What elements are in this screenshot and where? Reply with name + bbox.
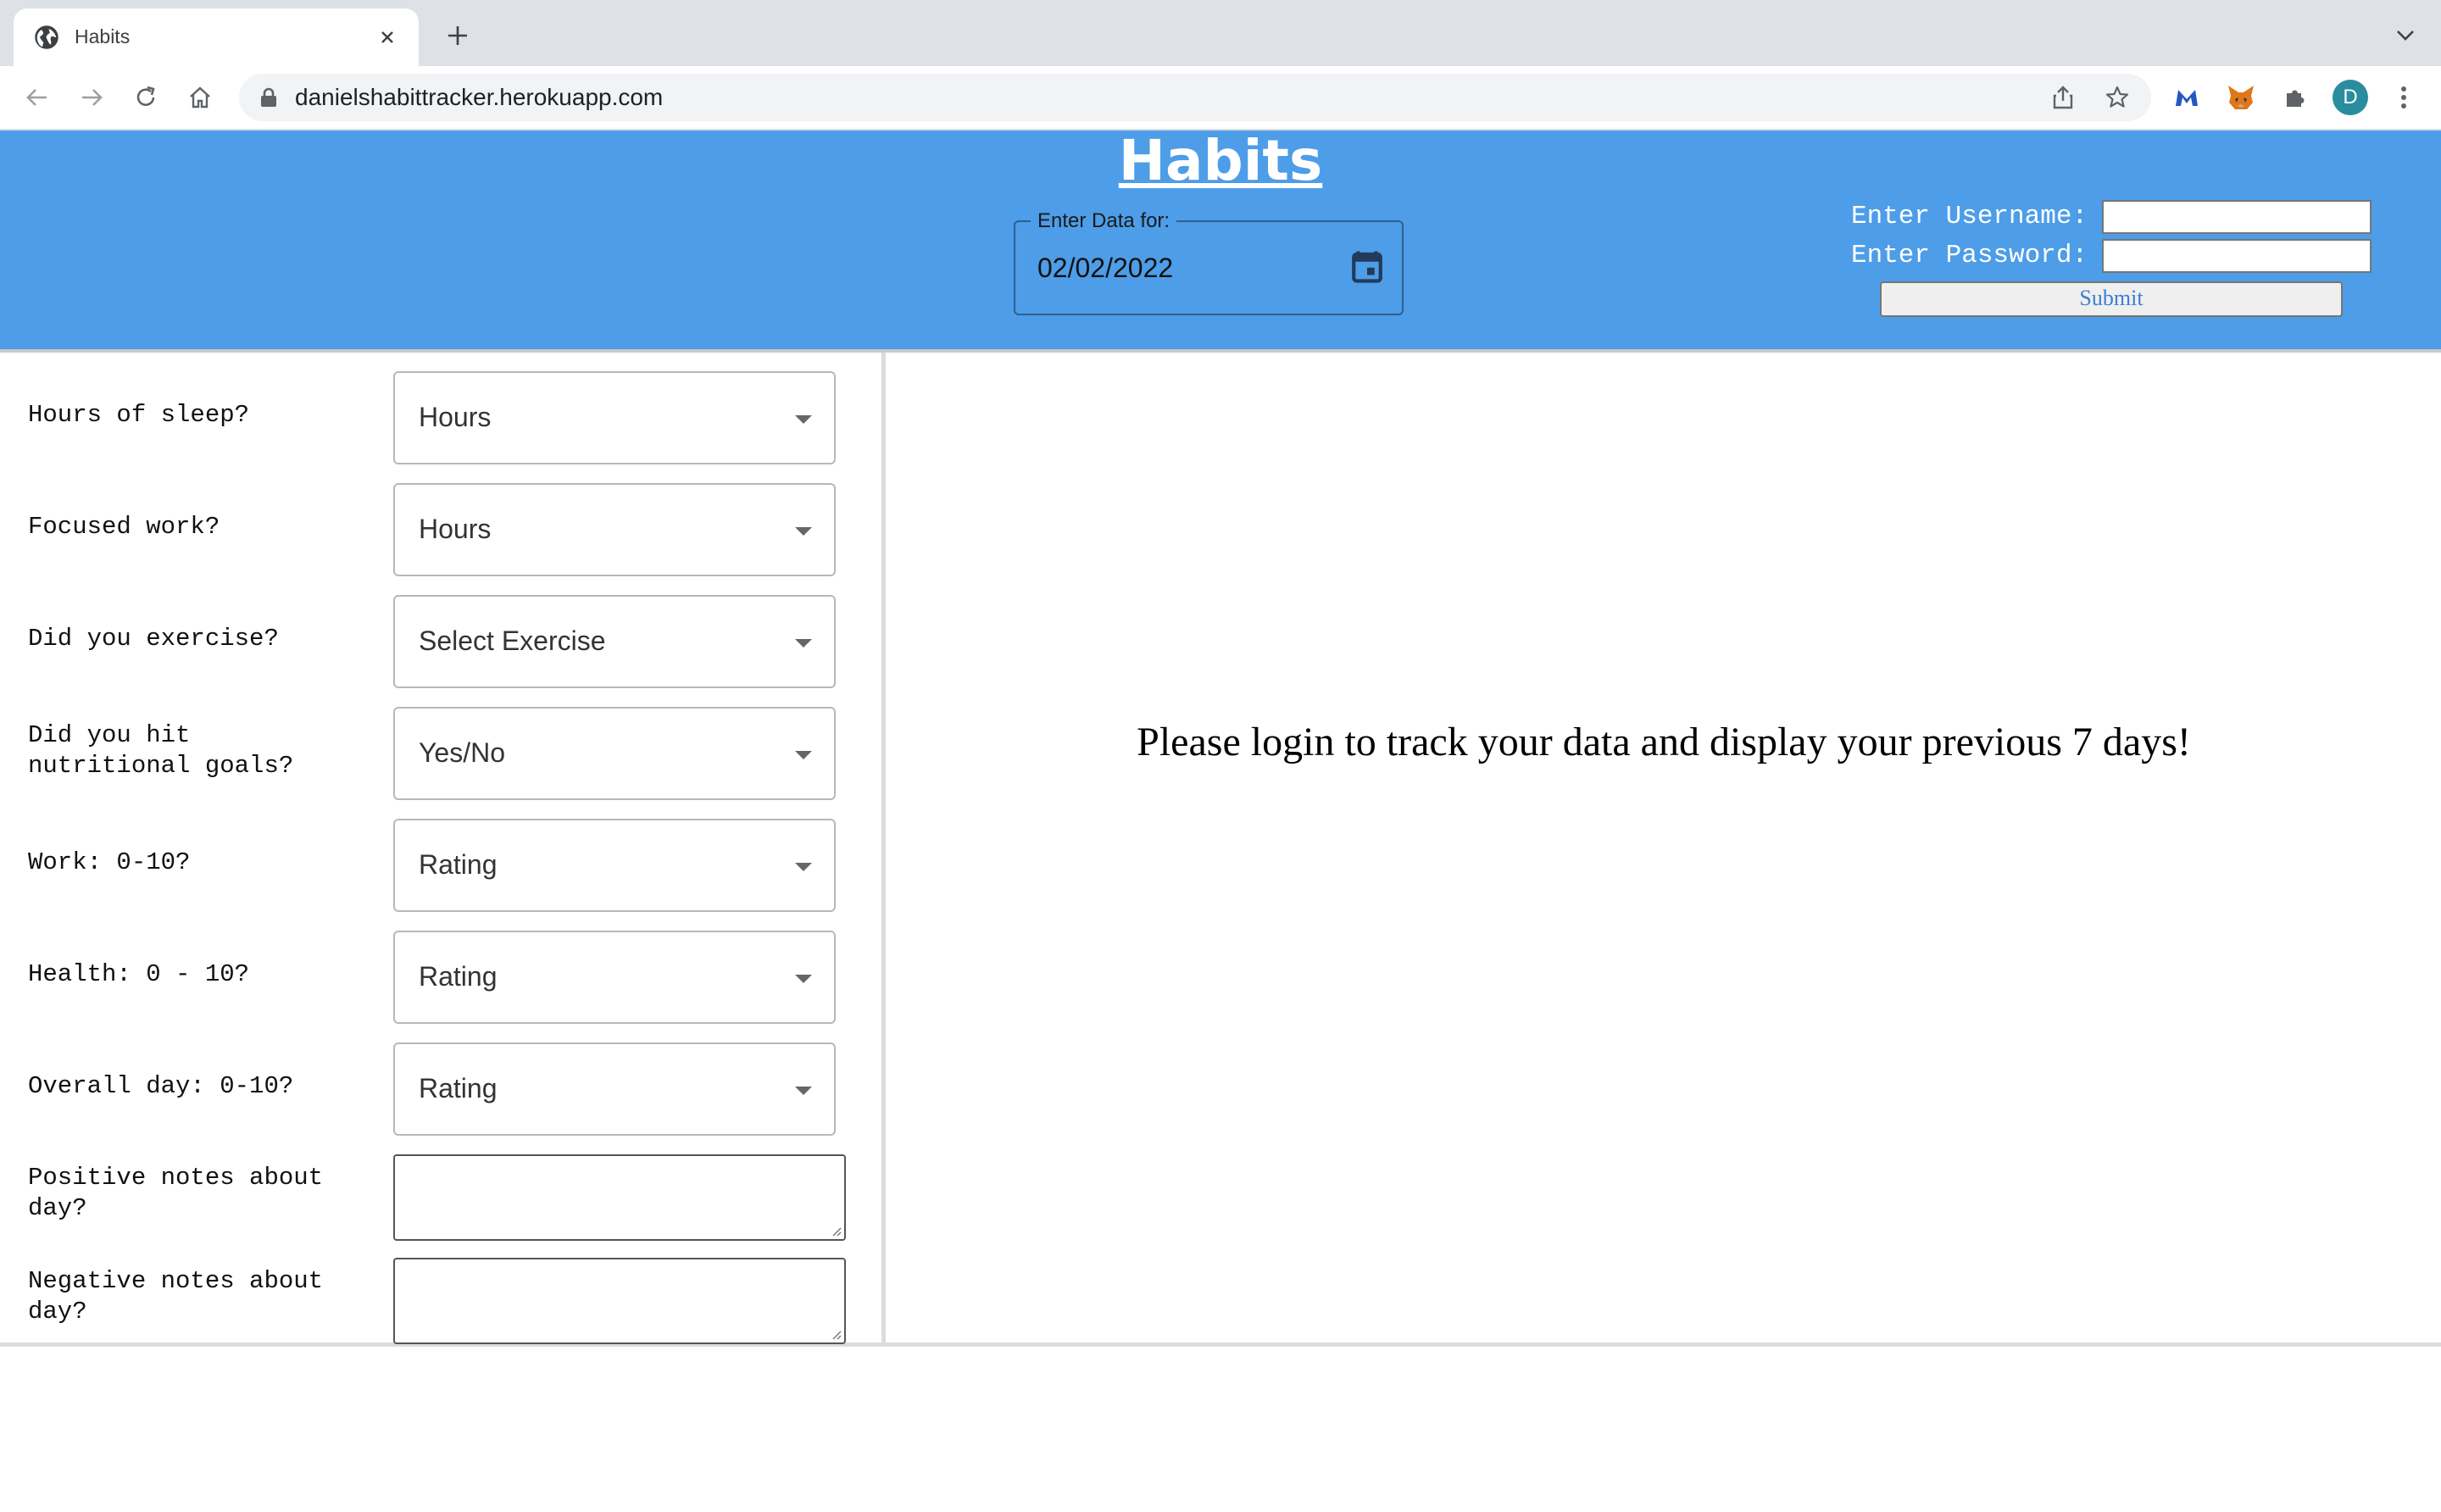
password-input[interactable] xyxy=(2102,239,2371,273)
resize-grip-icon[interactable] xyxy=(830,1225,842,1237)
caret-down-icon xyxy=(795,863,812,871)
url-text: danielshabittracker.herokuapp.com xyxy=(295,84,664,110)
address-bar[interactable]: danielshabittracker.herokuapp.com xyxy=(239,74,2151,121)
date-picker[interactable]: Enter Data for: 02/02/2022 xyxy=(1014,210,1404,315)
lock-icon xyxy=(261,87,276,107)
select-value: Rating xyxy=(419,961,498,992)
chevron-down-icon[interactable] xyxy=(2390,20,2421,51)
overall-day-rating-select[interactable]: Rating xyxy=(393,1042,836,1136)
home-icon[interactable] xyxy=(183,81,217,114)
page-title[interactable]: Habits xyxy=(0,125,2441,197)
question-label: Did you hit nutritional goals? xyxy=(28,721,294,780)
caret-down-icon xyxy=(795,975,812,983)
browser-tab-strip: Habits xyxy=(0,0,2441,66)
username-label: Enter Username: xyxy=(1851,202,2088,231)
caret-down-icon xyxy=(795,639,812,648)
username-input[interactable] xyxy=(2102,200,2371,234)
resize-grip-icon[interactable] xyxy=(830,1328,842,1340)
back-arrow-icon[interactable] xyxy=(20,81,54,114)
metamask-extension-icon[interactable] xyxy=(2224,81,2258,114)
submit-button[interactable]: Submit xyxy=(1880,281,2343,317)
nutrition-goals-select[interactable]: Yes/No xyxy=(393,707,836,800)
extensions-puzzle-icon[interactable] xyxy=(2278,81,2312,114)
new-tab-icon[interactable] xyxy=(441,19,475,53)
sleep-hours-select[interactable]: Hours xyxy=(393,371,836,464)
caret-down-icon xyxy=(795,1087,812,1095)
select-value: Yes/No xyxy=(419,737,505,768)
question-label: Positive notes about day? xyxy=(28,1164,324,1222)
focused-work-select[interactable]: Hours xyxy=(393,483,836,576)
forward-arrow-icon[interactable] xyxy=(75,81,108,114)
caret-down-icon xyxy=(795,415,812,424)
date-label: Enter Data for: xyxy=(1031,210,1177,232)
malwarebytes-extension-icon[interactable] xyxy=(2170,81,2204,114)
select-value: Rating xyxy=(419,1073,498,1103)
password-label: Enter Password: xyxy=(1851,241,2088,270)
date-input-value[interactable]: 02/02/2022 xyxy=(1037,251,1173,285)
tab-title: Habits xyxy=(75,25,131,47)
horizontal-divider xyxy=(0,1342,2441,1347)
select-value: Hours xyxy=(419,402,492,432)
question-label: Focused work? xyxy=(28,513,220,541)
question-label: Overall day: 0-10? xyxy=(28,1072,294,1100)
browser-toolbar: danielshabittracker.herokuapp.com D xyxy=(0,66,2441,131)
exercise-select[interactable]: Select Exercise xyxy=(393,595,836,688)
share-icon[interactable] xyxy=(2048,82,2078,113)
calendar-icon[interactable] xyxy=(1349,247,1385,285)
question-label: Negative notes about day? xyxy=(28,1267,324,1326)
reload-icon[interactable] xyxy=(129,81,163,114)
question-label: Work: 0-10? xyxy=(28,848,191,876)
vertical-divider xyxy=(881,353,886,1342)
more-menu-icon[interactable] xyxy=(2387,81,2421,114)
select-value: Hours xyxy=(419,514,492,544)
profile-avatar[interactable]: D xyxy=(2333,80,2368,115)
caret-down-icon xyxy=(795,527,812,536)
close-tab-icon[interactable] xyxy=(373,23,402,52)
health-rating-select[interactable]: Rating xyxy=(393,931,836,1024)
question-label: Did you exercise? xyxy=(28,625,279,653)
caret-down-icon xyxy=(795,751,812,759)
bookmark-star-icon[interactable] xyxy=(2102,82,2132,113)
select-value: Select Exercise xyxy=(419,625,606,656)
select-value: Rating xyxy=(419,849,498,880)
browser-tab[interactable]: Habits xyxy=(14,8,419,66)
question-label: Hours of sleep? xyxy=(28,401,250,429)
globe-icon xyxy=(35,25,58,49)
positive-notes-textarea[interactable] xyxy=(393,1154,846,1241)
negative-notes-textarea[interactable] xyxy=(393,1258,846,1344)
login-prompt-message: Please login to track your data and disp… xyxy=(1137,720,2191,764)
work-rating-select[interactable]: Rating xyxy=(393,819,836,912)
question-label: Health: 0 - 10? xyxy=(28,960,250,988)
